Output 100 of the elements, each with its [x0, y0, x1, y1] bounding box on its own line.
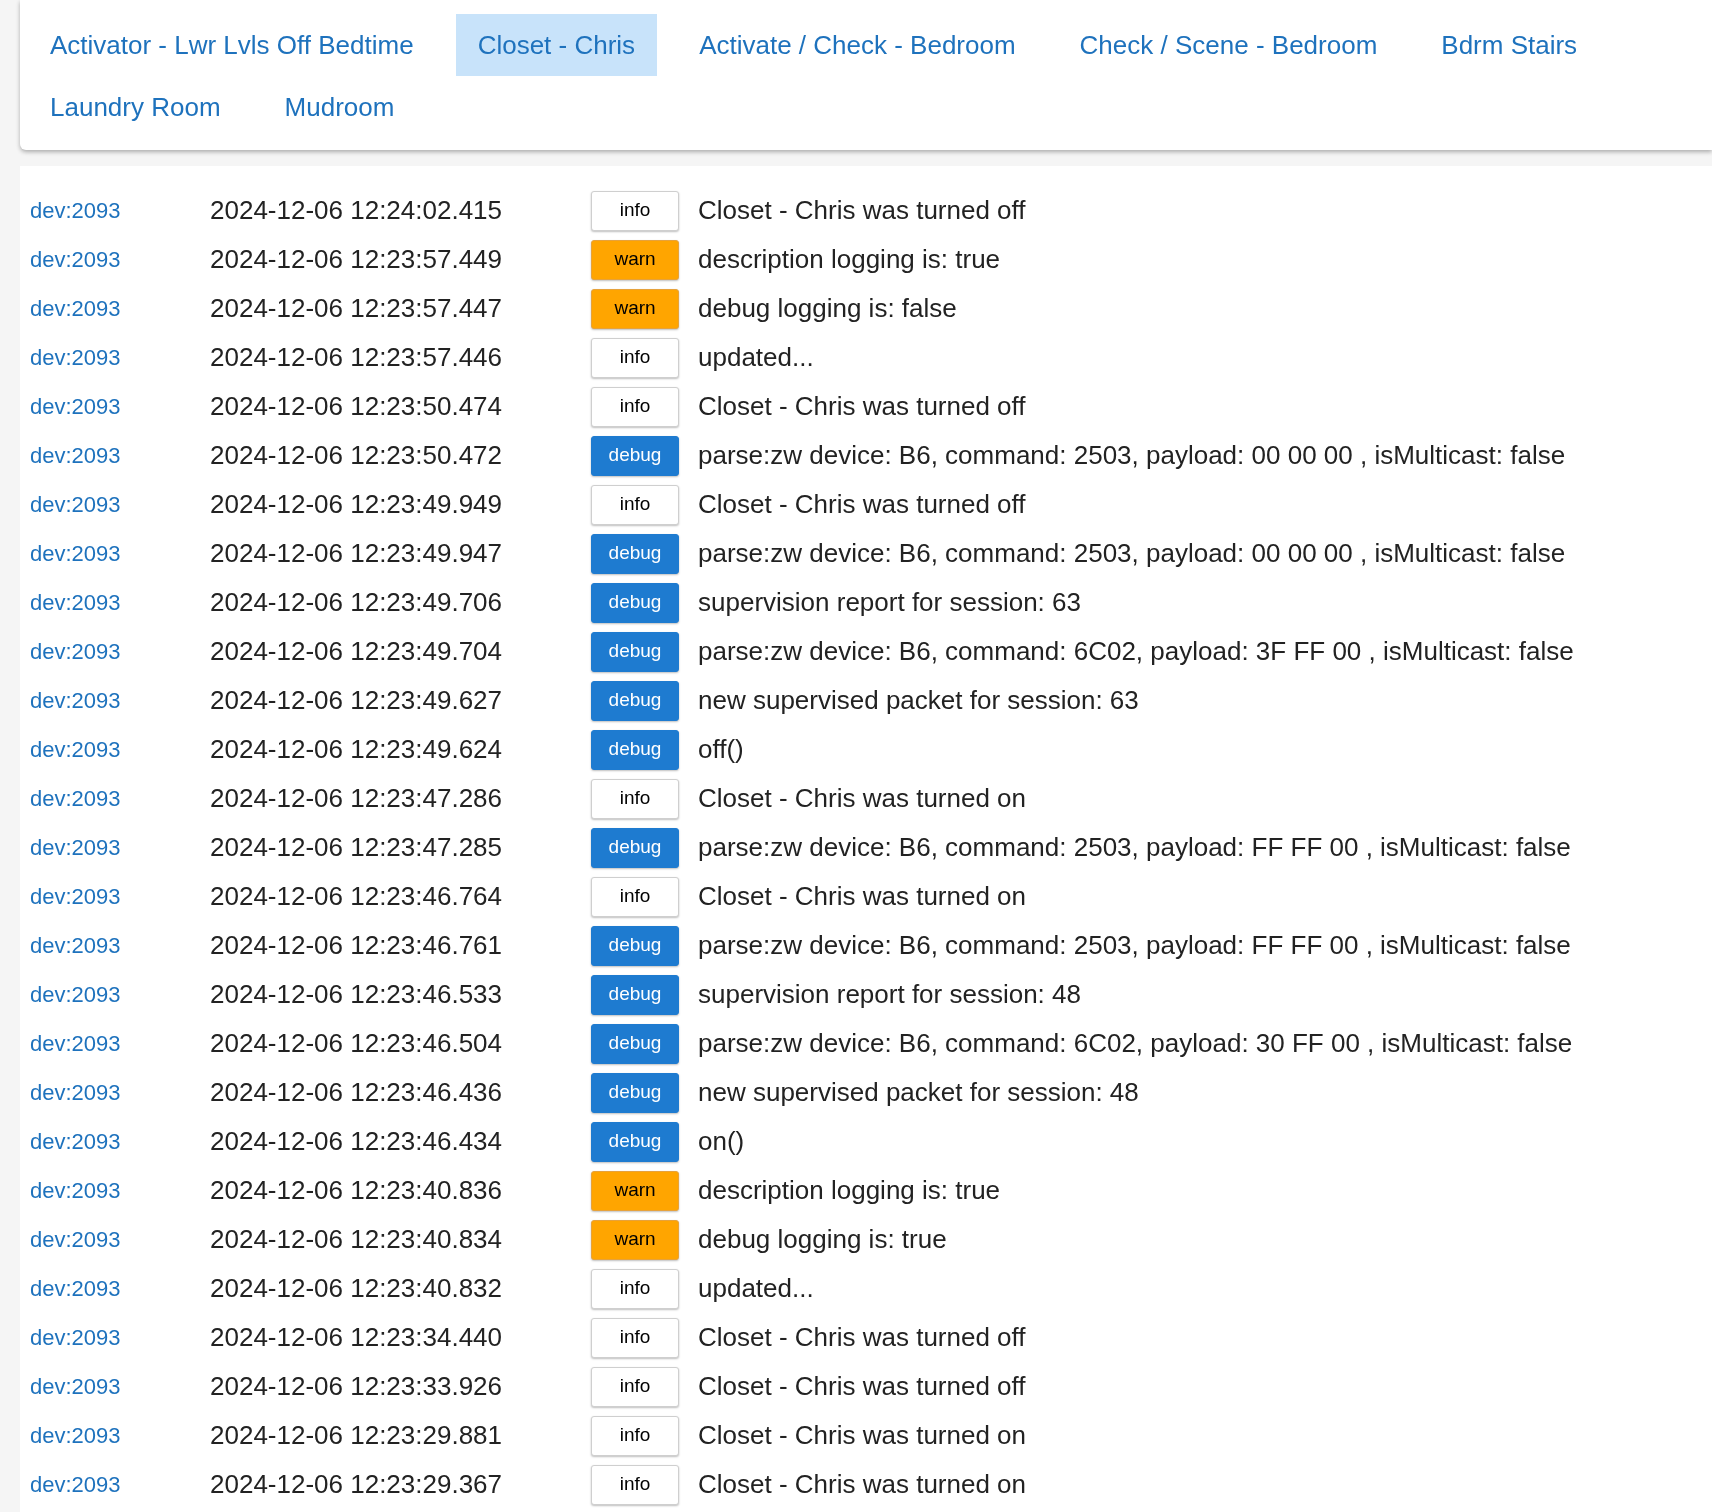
- device-link[interactable]: dev:2093: [30, 537, 210, 570]
- log-message: Closet - Chris was turned on: [698, 1419, 1027, 1452]
- timestamp: 2024-12-06 12:23:34.440: [210, 1321, 504, 1354]
- device-link[interactable]: dev:2093: [30, 1272, 210, 1305]
- device-link[interactable]: dev:2093: [30, 488, 210, 521]
- device-link[interactable]: dev:2093: [30, 684, 210, 717]
- timestamp: 2024-12-06 12:23:46.434: [210, 1125, 504, 1158]
- log-message: debug logging is: true: [698, 1223, 947, 1256]
- device-link[interactable]: dev:2093: [30, 439, 210, 472]
- level-badge: debug: [591, 1072, 679, 1113]
- tab[interactable]: Check / Scene - Bedroom: [1057, 14, 1400, 76]
- log-message: parse:zw device: B6, command: 6C02, payload: 30 FF 00 , isMulticast: false: [698, 1027, 1573, 1060]
- timestamp: 2024-12-06 12:23:46.533: [210, 978, 504, 1011]
- timestamp: 2024-12-06 12:23:40.832: [210, 1272, 504, 1305]
- device-link[interactable]: dev:2093: [30, 929, 210, 962]
- log-message: Closet - Chris was turned off: [698, 488, 1026, 521]
- log-message: parse:zw device: B6, command: 6C02, payload: 3F FF 00 , isMulticast: false: [698, 635, 1574, 668]
- level-badge: debug: [591, 533, 679, 574]
- level-badge: warn: [591, 288, 679, 329]
- log-message: Closet - Chris was turned off: [698, 1370, 1026, 1403]
- log-message: description logging is: true: [698, 243, 1001, 276]
- device-link[interactable]: dev:2093: [30, 390, 210, 423]
- tab[interactable]: Mudroom: [262, 76, 417, 138]
- log-message: parse:zw device: B6, command: 2503, payload: FF FF 00 , isMulticast: false: [698, 831, 1571, 864]
- timestamp: 2024-12-06 12:23:49.706: [210, 586, 504, 619]
- log-message: updated...: [698, 1272, 814, 1305]
- log-message: Closet - Chris was turned off: [698, 1321, 1026, 1354]
- timestamp: 2024-12-06 12:23:47.286: [210, 782, 504, 815]
- log-message: Closet - Chris was turned on: [698, 1468, 1027, 1501]
- device-link[interactable]: dev:2093: [30, 1370, 210, 1403]
- level-badge: debug: [591, 1121, 679, 1162]
- level-badge: warn: [591, 1170, 679, 1211]
- log-message: supervision report for session: 63: [698, 586, 1081, 619]
- device-link[interactable]: dev:2093: [30, 733, 210, 766]
- device-link[interactable]: dev:2093: [30, 880, 210, 913]
- device-link[interactable]: dev:2093: [30, 1076, 210, 1109]
- level-badge: info: [591, 778, 679, 819]
- level-badge: debug: [591, 435, 679, 476]
- timestamp: 2024-12-06 12:23:50.472: [210, 439, 504, 472]
- tab[interactable]: Activate / Check - Bedroom: [677, 14, 1038, 76]
- level-badge: info: [591, 1415, 679, 1456]
- device-link[interactable]: dev:2093: [30, 1174, 210, 1207]
- tab[interactable]: Laundry Room: [28, 76, 243, 138]
- device-link[interactable]: dev:2093: [30, 1027, 210, 1060]
- log-message: supervision report for session: 48: [698, 978, 1081, 1011]
- timestamp: 2024-12-06 12:23:47.285: [210, 831, 504, 864]
- device-link[interactable]: dev:2093: [30, 243, 210, 276]
- timestamp: 2024-12-06 12:23:46.504: [210, 1027, 504, 1060]
- log-message: description logging is: true: [698, 1174, 1001, 1207]
- timestamp: 2024-12-06 12:23:46.436: [210, 1076, 504, 1109]
- timestamp: 2024-12-06 12:23:50.474: [210, 390, 504, 423]
- timestamp: 2024-12-06 12:23:33.926: [210, 1370, 504, 1403]
- device-link[interactable]: dev:2093: [30, 292, 210, 325]
- timestamp: 2024-12-06 12:23:29.367: [210, 1468, 504, 1501]
- tab[interactable]: Bdrm Stairs: [1419, 14, 1600, 76]
- level-badge: info: [591, 190, 679, 231]
- level-badge: warn: [591, 1219, 679, 1260]
- device-link[interactable]: dev:2093: [30, 831, 210, 864]
- timestamp: 2024-12-06 12:23:49.947: [210, 537, 504, 570]
- log-message: on(): [698, 1125, 745, 1158]
- device-link[interactable]: dev:2093: [30, 194, 210, 227]
- level-badge: debug: [591, 1023, 679, 1064]
- timestamp: 2024-12-06 12:23:49.704: [210, 635, 504, 668]
- log-message: new supervised packet for session: 48: [698, 1076, 1139, 1109]
- level-badge: info: [591, 876, 679, 917]
- device-link[interactable]: dev:2093: [30, 782, 210, 815]
- timestamp: 2024-12-06 12:23:46.761: [210, 929, 504, 962]
- device-link[interactable]: dev:2093: [30, 978, 210, 1011]
- timestamp: 2024-12-06 12:23:57.446: [210, 341, 504, 374]
- level-badge: info: [591, 386, 679, 427]
- level-badge: info: [591, 1464, 679, 1505]
- timestamp: 2024-12-06 12:23:49.627: [210, 684, 504, 717]
- log-message: parse:zw device: B6, command: 2503, payload: 00 00 00 , isMulticast: false: [698, 537, 1566, 570]
- log-message: Closet - Chris was turned off: [698, 390, 1026, 423]
- timestamp: 2024-12-06 12:23:49.949: [210, 488, 504, 521]
- device-link[interactable]: dev:2093: [30, 635, 210, 668]
- device-link[interactable]: dev:2093: [30, 1223, 210, 1256]
- tab[interactable]: Activator - Lwr Lvls Off Bedtime: [28, 14, 436, 76]
- level-badge: info: [591, 1366, 679, 1407]
- device-link[interactable]: dev:2093: [30, 1419, 210, 1452]
- level-badge: debug: [591, 974, 679, 1015]
- log-message: parse:zw device: B6, command: 2503, payload: FF FF 00 , isMulticast: false: [698, 929, 1571, 962]
- device-link[interactable]: dev:2093: [30, 586, 210, 619]
- level-badge: info: [591, 1317, 679, 1358]
- timestamp: 2024-12-06 12:23:29.881: [210, 1419, 504, 1452]
- device-link[interactable]: dev:2093: [30, 1321, 210, 1354]
- log-message: parse:zw device: B6, command: 2503, payload: 00 00 00 , isMulticast: false: [698, 439, 1566, 472]
- device-link[interactable]: dev:2093: [30, 1125, 210, 1158]
- level-badge: info: [591, 484, 679, 525]
- timestamp: 2024-12-06 12:23:49.624: [210, 733, 504, 766]
- log-message: Closet - Chris was turned on: [698, 880, 1027, 913]
- timestamp: 2024-12-06 12:24:02.415: [210, 194, 504, 227]
- device-link[interactable]: dev:2093: [30, 1468, 210, 1501]
- log-message: Closet - Chris was turned off: [698, 194, 1026, 227]
- tab[interactable]: Closet - Chris: [455, 14, 658, 76]
- level-badge: warn: [591, 239, 679, 280]
- timestamp: 2024-12-06 12:23:57.447: [210, 292, 504, 325]
- device-link[interactable]: dev:2093: [30, 341, 210, 374]
- level-badge: debug: [591, 729, 679, 770]
- log-message: Closet - Chris was turned on: [698, 782, 1027, 815]
